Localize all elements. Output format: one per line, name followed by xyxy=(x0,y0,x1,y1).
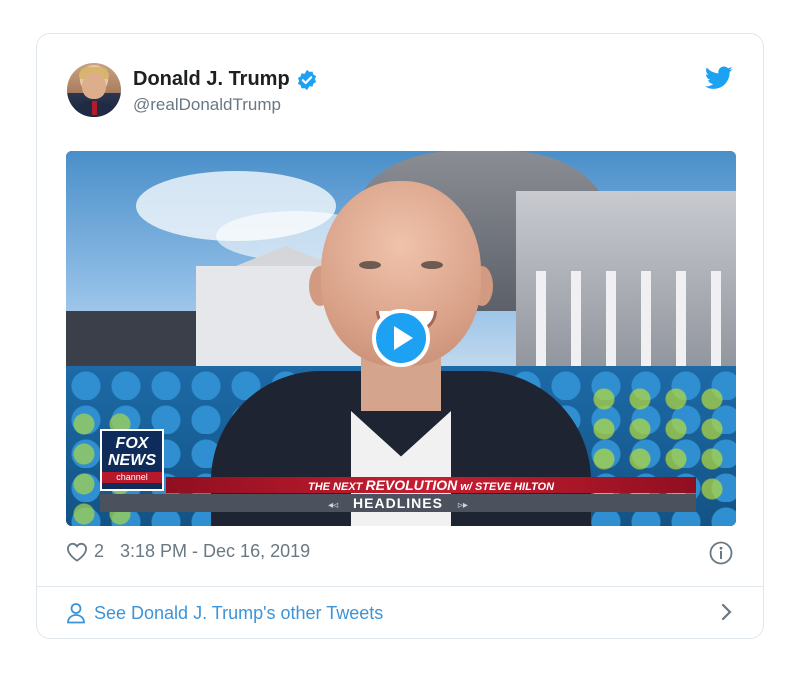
ticker-right-arrow-icon: ▹▸ xyxy=(457,500,468,511)
fox-logo-line3: channel xyxy=(102,472,162,483)
show-title-main: REVOLUTION xyxy=(365,477,458,493)
fox-logo-line1: FOX xyxy=(115,435,149,452)
video-player[interactable]: FOX NEWS channel THE NEXT REVOLUTION w/ … xyxy=(66,151,736,526)
person-icon xyxy=(67,603,85,624)
presenter-eye xyxy=(359,261,381,269)
verified-badge-icon xyxy=(297,69,316,90)
twitter-bird-icon[interactable] xyxy=(705,66,733,90)
author-display-name[interactable]: Donald J. Trump xyxy=(133,68,290,91)
avatar-tie xyxy=(92,101,97,115)
footer-divider xyxy=(37,586,763,587)
ticker-left-arrow-icon: ◂◃ xyxy=(328,500,339,511)
play-icon xyxy=(394,326,413,350)
play-button[interactable] xyxy=(372,309,430,367)
fox-logo-line2: NEWS xyxy=(108,452,156,469)
author-avatar[interactable] xyxy=(67,63,121,117)
tweet-card: Donald J. Trump @realDonaldTrump FOX NEW… xyxy=(36,33,764,639)
fox-news-logo: FOX NEWS channel xyxy=(100,429,164,491)
like-count[interactable]: 2 xyxy=(94,541,104,562)
avatar-face xyxy=(82,73,106,99)
see-other-tweets-label: See Donald J. Trump's other Tweets xyxy=(94,602,384,623)
show-title-suffix: w/ STEVE HILTON xyxy=(460,481,555,493)
show-title-prefix: THE NEXT xyxy=(307,481,363,493)
tweet-timestamp[interactable]: 3:18 PM - Dec 16, 2019 xyxy=(120,541,310,562)
headline-ticker: ◂◃ HEADLINES ▹▸ xyxy=(100,494,696,512)
show-title-banner: THE NEXT REVOLUTION w/ STEVE HILTON xyxy=(166,477,696,493)
see-other-tweets-link[interactable]: See Donald J. Trump's other Tweets xyxy=(66,600,734,626)
tweet-meta-row: 2 3:18 PM - Dec 16, 2019 xyxy=(66,541,310,562)
heart-icon[interactable] xyxy=(66,542,88,562)
info-icon[interactable] xyxy=(709,541,733,565)
chevron-right-icon xyxy=(721,603,732,621)
author-name-row: Donald J. Trump xyxy=(133,68,318,91)
presenter-eye xyxy=(421,261,443,269)
author-handle[interactable]: @realDonaldTrump xyxy=(133,95,281,115)
ticker-headline-label: HEADLINES xyxy=(353,495,443,511)
